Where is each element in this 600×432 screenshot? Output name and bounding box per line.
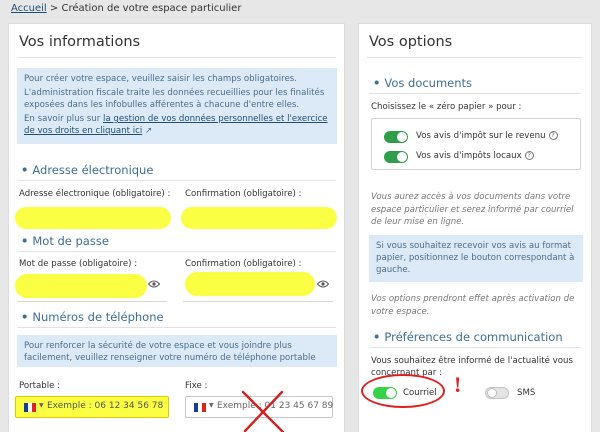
- bullet-icon: •: [373, 76, 381, 90]
- section-email-title: Adresse électronique: [32, 163, 154, 177]
- documents-note: Vous aurez accès à vos documents dans vo…: [371, 192, 574, 227]
- sms-label: SMS: [517, 388, 536, 398]
- phone-info-text: Pour renforcer la sécurité de votre espa…: [24, 341, 316, 363]
- info-text-2: L'administration fiscale traite les donn…: [24, 88, 325, 110]
- section-divider: [369, 347, 581, 348]
- breadcrumb: Accueil > Création de votre espace parti…: [11, 3, 241, 14]
- chevron-down-icon: ▼: [39, 402, 44, 409]
- documents-options-box: Vos avis d'impôt sur le revenu? Vos avis…: [371, 118, 581, 170]
- paper-info-box: Si vous souhaitez recevoir vos avis au f…: [369, 235, 583, 282]
- section-divider: [17, 251, 336, 252]
- bullet-icon: •: [21, 163, 29, 177]
- info-text-3: En savoir plus sur: [24, 114, 104, 124]
- bullet-icon: •: [21, 234, 29, 248]
- france-flag-icon[interactable]: [194, 403, 206, 412]
- help-icon[interactable]: ?: [548, 131, 558, 140]
- email-confirm-label: Confirmation (obligatoire) :: [185, 189, 302, 199]
- toggle-local-tax-label: Vos avis d'impôts locaux: [416, 151, 522, 161]
- france-flag-icon[interactable]: [24, 403, 36, 412]
- section-phone-title: Numéros de téléphone: [32, 310, 164, 324]
- cross-annotation-icon: [241, 390, 285, 432]
- chevron-down-icon: ▼: [209, 402, 214, 409]
- section-preferences: • Préférences de communication: [373, 330, 563, 344]
- toggle-local-tax[interactable]: [384, 151, 408, 163]
- password-label: Mot de passe (obligatoire) :: [19, 259, 138, 269]
- bullet-icon: •: [373, 330, 381, 344]
- circle-annotation: [361, 374, 445, 408]
- section-email: • Adresse électronique: [21, 163, 153, 177]
- breadcrumb-separator: >: [49, 3, 59, 14]
- password-confirm-field-border: [183, 301, 333, 302]
- title-divider: [367, 57, 583, 58]
- phone-info-box: Pour renforcer la sécurité de votre espa…: [17, 335, 337, 367]
- section-divider: [17, 327, 336, 328]
- email-input[interactable]: [15, 207, 171, 229]
- toggle-income-tax-label: Vos avis d'impôt sur le revenu: [416, 131, 546, 141]
- exclamation-annotation: !: [454, 372, 462, 397]
- email-confirm-input[interactable]: [181, 207, 337, 229]
- password-input[interactable]: [15, 274, 147, 298]
- toggle-income-tax[interactable]: [384, 131, 408, 143]
- help-icon[interactable]: ?: [524, 151, 534, 160]
- password-confirm-input[interactable]: [185, 272, 315, 296]
- zero-paper-text: Choisissez le « zéro papier » pour :: [371, 102, 522, 112]
- activation-note: Vos options prendront effet après activa…: [371, 294, 575, 317]
- eye-icon[interactable]: [148, 280, 160, 288]
- section-documents: • Vos documents: [373, 76, 472, 90]
- breadcrumb-current: Création de votre espace particulier: [61, 3, 242, 14]
- external-link-icon: ↗: [144, 126, 153, 136]
- panel-title-options: Vos options: [369, 34, 453, 50]
- section-password: • Mot de passe: [21, 234, 109, 248]
- section-password-title: Mot de passe: [32, 234, 109, 248]
- title-divider: [17, 57, 336, 58]
- section-phone: • Numéros de téléphone: [21, 310, 164, 324]
- toggle-sms[interactable]: [485, 387, 509, 399]
- section-documents-title: Vos documents: [384, 76, 473, 90]
- eye-icon[interactable]: [317, 280, 329, 288]
- paper-info-text: Si vous souhaitez recevoir vos avis au f…: [376, 241, 575, 275]
- info-text-1: Pour créer votre espace, veuillez saisir…: [24, 74, 297, 84]
- landline-label: Fixe :: [185, 381, 208, 391]
- email-label: Adresse électronique (obligatoire) :: [19, 189, 171, 199]
- password-confirm-label: Confirmation (obligatoire) :: [185, 259, 302, 269]
- section-preferences-title: Préférences de communication: [384, 330, 563, 344]
- panel-title-informations: Vos informations: [19, 34, 141, 50]
- info-box: Pour créer votre espace, veuillez saisir…: [17, 68, 337, 144]
- password-field-border: [17, 301, 167, 302]
- mobile-placeholder: Exemple : 06 12 34 56 78: [47, 401, 164, 411]
- mobile-input[interactable]: ▼ Exemple : 06 12 34 56 78: [15, 396, 169, 418]
- options-panel: Vos options • Vos documents Choisissez le…: [358, 23, 592, 432]
- mobile-label: Portable :: [19, 381, 61, 391]
- breadcrumb-home-link[interactable]: Accueil: [11, 3, 47, 14]
- section-divider: [17, 180, 336, 181]
- section-divider: [369, 93, 581, 94]
- bullet-icon: •: [21, 310, 29, 324]
- informations-panel: Vos informations Pour créer votre espace…: [8, 23, 345, 432]
